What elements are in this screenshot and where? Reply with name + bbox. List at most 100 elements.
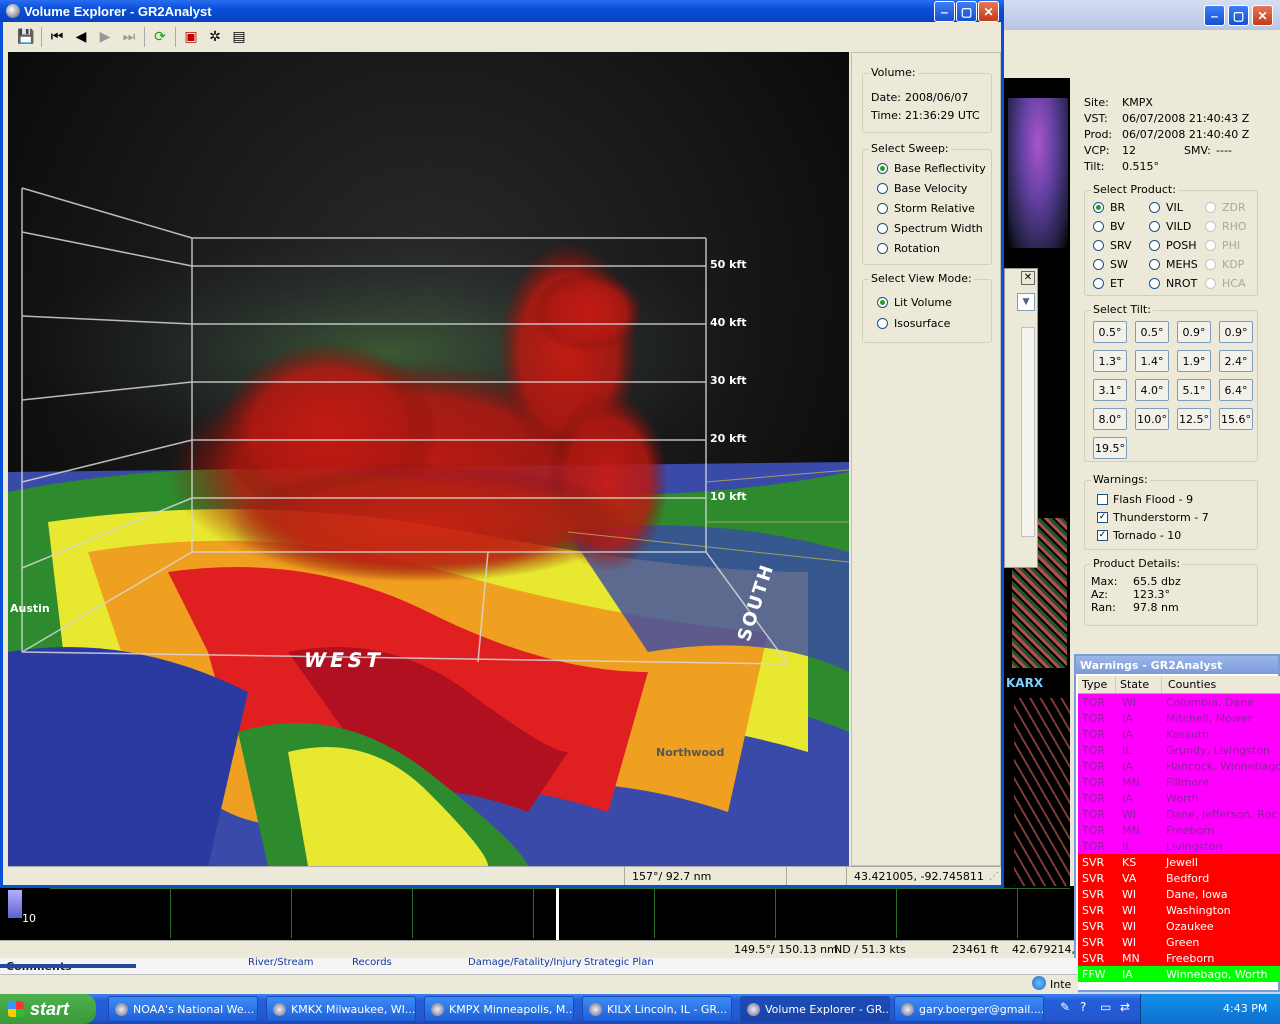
link-strategic[interactable]: Strategic Plan — [584, 957, 654, 968]
close-icon[interactable]: ✕ — [1252, 5, 1273, 26]
tilt-button[interactable]: 3.1° — [1093, 379, 1127, 401]
taskbar-item-3[interactable]: KILX Lincoln, IL - GR... — [582, 996, 732, 1022]
col-counties-header[interactable]: Counties — [1162, 676, 1280, 693]
table-row[interactable]: SVR WI Washington — [1078, 902, 1280, 918]
product-option-posh[interactable]: POSH — [1149, 239, 1197, 252]
table-row[interactable]: TOR WI Columbia, Dane — [1078, 694, 1280, 710]
table-row[interactable]: TOR WI Dane, Jefferson, Roc — [1078, 806, 1280, 822]
prev-frame-icon[interactable]: ◀ — [72, 29, 90, 45]
product-option-bv[interactable]: BV — [1093, 220, 1125, 233]
table-row[interactable]: SVR KS Jewell — [1078, 854, 1280, 870]
tilt-button[interactable]: 5.1° — [1177, 379, 1211, 401]
table-row[interactable]: TOR IL Grundy, Livingston — [1078, 742, 1280, 758]
table-row[interactable]: SVR MN Freeborn — [1078, 950, 1280, 966]
next-frame-icon[interactable]: ▶ — [96, 29, 114, 45]
popup-dropdown-icon[interactable]: ▼ — [1017, 293, 1035, 311]
taskbar-item-1[interactable]: KMKX Milwaukee, WI... — [266, 996, 416, 1022]
view-mode-option-1[interactable]: Isosurface — [877, 317, 950, 330]
tilt-button[interactable]: 0.5° — [1135, 321, 1169, 343]
tilt-button[interactable]: 1.9° — [1177, 350, 1211, 372]
table-row[interactable]: TOR MN Fillmore — [1078, 774, 1280, 790]
tilt-button[interactable]: 10.0° — [1135, 408, 1169, 430]
tilt-button[interactable]: 6.4° — [1219, 379, 1253, 401]
table-row[interactable]: SVR VA Bedford — [1078, 870, 1280, 886]
popup-scrollbar[interactable] — [1021, 327, 1035, 537]
save-icon[interactable]: 💾 — [17, 29, 35, 45]
minimize-icon[interactable]: ‒ — [1204, 5, 1225, 26]
product-option-srv[interactable]: SRV — [1093, 239, 1132, 252]
clock[interactable]: 4:43 PM — [1223, 1002, 1267, 1015]
sweep-option-3[interactable]: Spectrum Width — [877, 222, 983, 235]
resize-grip-icon[interactable]: ⋰ — [989, 871, 999, 882]
last-frame-icon[interactable]: ⏭ — [120, 29, 138, 45]
product-option-br[interactable]: BR — [1093, 201, 1125, 214]
product-option-hca[interactable]: HCA — [1205, 277, 1245, 290]
product-option-et[interactable]: ET — [1093, 277, 1124, 290]
col-state-header[interactable]: State — [1116, 676, 1162, 693]
warning-checkbox-1[interactable]: ✓ Thunderstorm - 7 — [1097, 511, 1209, 524]
table-row[interactable]: TOR IA Hancock, Winnebago — [1078, 758, 1280, 774]
taskbar-item-4[interactable]: Volume Explorer - GR... — [740, 996, 890, 1022]
product-option-vil[interactable]: VIL — [1149, 201, 1183, 214]
table-row[interactable]: FFW IA Winnebago, Worth — [1078, 966, 1280, 982]
link-river[interactable]: River/Stream — [248, 957, 313, 968]
chart-icon[interactable]: ▤ — [230, 29, 248, 45]
taskbar-item-5[interactable]: gary.boerger@gmail.... — [894, 996, 1044, 1022]
taskbar-item-2[interactable]: KMPX Minneapolis, M... — [424, 996, 574, 1022]
refresh-icon[interactable]: ⟳ — [151, 29, 169, 45]
table-row[interactable]: TOR IA Mitchell, Mower — [1078, 710, 1280, 726]
start-button[interactable]: start — [0, 994, 96, 1024]
tilt-button[interactable]: 12.5° — [1177, 408, 1211, 430]
table-row[interactable]: SVR WI Green — [1078, 934, 1280, 950]
link-records[interactable]: Records — [352, 957, 392, 968]
table-row[interactable]: TOR IA Kossuth — [1078, 726, 1280, 742]
first-frame-icon[interactable]: ⏮ — [48, 29, 66, 45]
product-option-phi[interactable]: PHI — [1205, 239, 1240, 252]
tilt-button[interactable]: 0.9° — [1219, 321, 1253, 343]
link-damage[interactable]: Damage/Fatality/Injury — [468, 957, 582, 968]
product-option-mehs[interactable]: MEHS — [1149, 258, 1198, 271]
view-mode-option-0[interactable]: Lit Volume — [877, 296, 952, 309]
settings-icon[interactable]: ✲ — [206, 29, 224, 45]
monitor-icon[interactable]: ▭ — [1100, 1000, 1116, 1016]
tilt-button[interactable]: 1.3° — [1093, 350, 1127, 372]
table-row[interactable]: TOR IA Worth — [1078, 790, 1280, 806]
sweep-option-0[interactable]: Base Reflectivity — [877, 162, 986, 175]
volume-explorer-titlebar[interactable]: Volume Explorer - GR2Analyst ‒ ▢ ✕ — [0, 0, 1004, 22]
warning-checkbox-0[interactable]: Flash Flood - 9 — [1097, 493, 1193, 506]
tilt-button[interactable]: 4.0° — [1135, 379, 1169, 401]
maximize-icon[interactable]: ▢ — [956, 1, 977, 22]
tilt-button[interactable]: 19.5° — [1093, 437, 1127, 459]
tilt-button[interactable]: 8.0° — [1093, 408, 1127, 430]
table-row[interactable]: SVR WI Dane, Iowa — [1078, 886, 1280, 902]
warning-checkbox-2[interactable]: ✓ Tornado - 10 — [1097, 529, 1181, 542]
product-option-vild[interactable]: VILD — [1149, 220, 1191, 233]
tilt-button[interactable]: 15.6° — [1219, 408, 1253, 430]
tilt-button[interactable]: 0.9° — [1177, 321, 1211, 343]
product-option-zdr[interactable]: ZDR — [1205, 201, 1246, 214]
cube-icon[interactable]: ▣ — [182, 29, 200, 45]
tilt-button[interactable]: 1.4° — [1135, 350, 1169, 372]
product-option-kdp[interactable]: KDP — [1205, 258, 1244, 271]
sweep-option-1[interactable]: Base Velocity — [877, 182, 967, 195]
tilt-button[interactable]: 0.5° — [1093, 321, 1127, 343]
maximize-icon[interactable]: ▢ — [1228, 5, 1249, 26]
minimize-icon[interactable]: ‒ — [934, 1, 955, 22]
help-icon[interactable]: ? — [1080, 1000, 1096, 1016]
product-option-rho[interactable]: RHO — [1205, 220, 1247, 233]
taskbar-item-0[interactable]: NOAA's National We... — [108, 996, 258, 1022]
volume-3d-view[interactable]: 50 kft 40 kft 30 kft 20 kft 10 kft WEST … — [8, 52, 849, 866]
col-type-header[interactable]: Type — [1078, 676, 1116, 693]
close-icon[interactable]: ✕ — [978, 1, 999, 22]
tilt-button[interactable]: 2.4° — [1219, 350, 1253, 372]
pen-icon[interactable]: ✎ — [1060, 1000, 1076, 1016]
product-option-nrot[interactable]: NROT — [1149, 277, 1197, 290]
sweep-option-4[interactable]: Rotation — [877, 242, 940, 255]
table-row[interactable]: TOR IL Livingston — [1078, 838, 1280, 854]
popup-close-icon[interactable]: ✕ — [1021, 271, 1035, 285]
sweep-option-2[interactable]: Storm Relative — [877, 202, 975, 215]
table-row[interactable]: TOR MN Freeborn — [1078, 822, 1280, 838]
product-option-sw[interactable]: SW — [1093, 258, 1128, 271]
table-row[interactable]: SVR WI Ozaukee — [1078, 918, 1280, 934]
network-icon[interactable]: ⇄ — [1120, 1000, 1136, 1016]
